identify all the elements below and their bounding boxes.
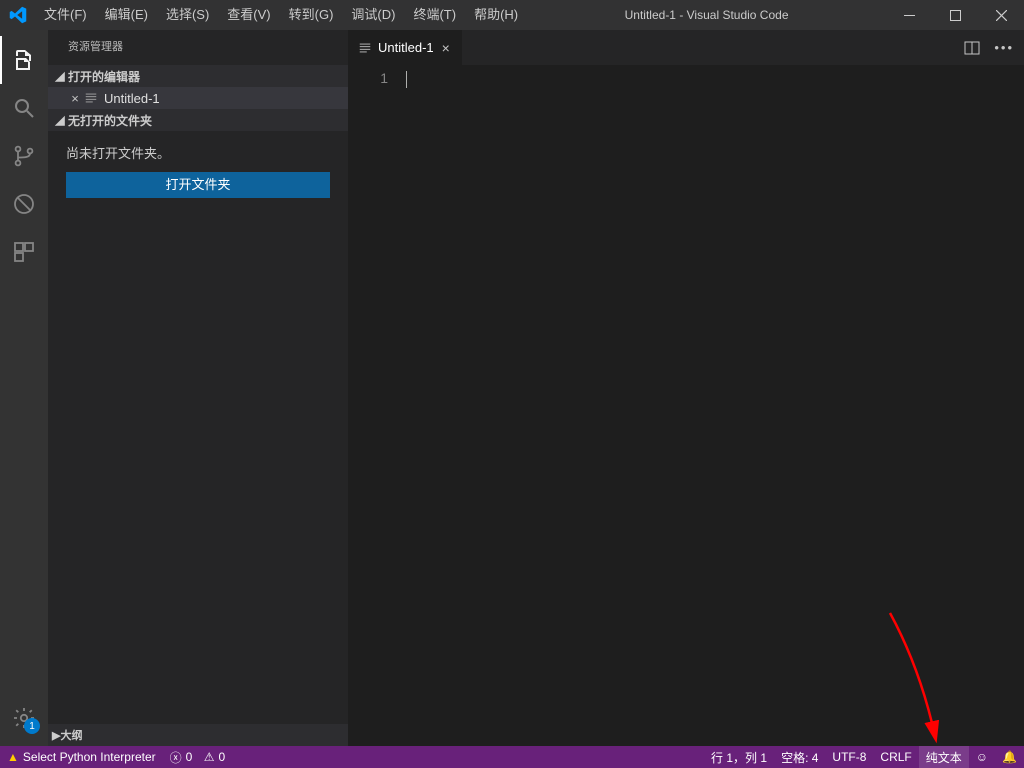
smiley-icon: ☺ xyxy=(976,750,988,764)
workbench-body: 1 资源管理器 ◢ 打开的编辑器 × Untitled-1 ◢ 无打开的文件夹 … xyxy=(0,30,1024,746)
tab-actions: ••• xyxy=(964,30,1024,65)
status-problems[interactable]: ⓧ0 ⚠0 xyxy=(163,746,233,768)
status-notifications[interactable]: 🔔 xyxy=(995,746,1024,768)
tab-label: Untitled-1 xyxy=(378,40,434,55)
bug-icon xyxy=(12,192,36,216)
files-icon xyxy=(12,48,36,72)
activity-explorer[interactable] xyxy=(0,36,48,84)
chevron-down-icon: ◢ xyxy=(52,69,68,83)
more-actions-icon[interactable]: ••• xyxy=(994,40,1014,55)
status-bar: ▲ Select Python Interpreter ⓧ0 ⚠0 行 1，列 … xyxy=(0,746,1024,768)
menu-edit[interactable]: 编辑(E) xyxy=(96,0,157,30)
menu-go[interactable]: 转到(G) xyxy=(280,0,343,30)
editor-content[interactable] xyxy=(406,65,1024,746)
status-right: 行 1，列 1 空格: 4 UTF-8 CRLF 纯文本 ☺ 🔔 xyxy=(704,746,1024,768)
activity-source-control[interactable] xyxy=(0,132,48,180)
open-editor-item[interactable]: × Untitled-1 xyxy=(48,87,348,109)
window-controls xyxy=(886,0,1024,30)
status-line-col[interactable]: 行 1，列 1 xyxy=(704,746,774,768)
line-number: 1 xyxy=(348,69,388,88)
activity-extensions[interactable] xyxy=(0,228,48,276)
open-editors-header[interactable]: ◢ 打开的编辑器 xyxy=(48,65,348,87)
editor-group: Untitled-1 × ••• 1 xyxy=(348,30,1024,746)
outline-header[interactable]: ▶ 大纲 xyxy=(48,724,348,746)
title-bar: 文件(F) 编辑(E) 选择(S) 查看(V) 转到(G) 调试(D) 终端(T… xyxy=(0,0,1024,30)
open-editor-filename: Untitled-1 xyxy=(104,91,160,106)
menu-help[interactable]: 帮助(H) xyxy=(465,0,527,30)
activity-debug[interactable] xyxy=(0,180,48,228)
python-interpreter-label: Select Python Interpreter xyxy=(23,750,156,764)
text-editor[interactable]: 1 xyxy=(348,65,1024,746)
warning-icon: ⚠ xyxy=(204,750,215,764)
activity-settings[interactable]: 1 xyxy=(0,694,48,742)
untitled-file-icon xyxy=(358,41,372,55)
close-icon[interactable]: × xyxy=(66,91,84,106)
window-title: Untitled-1 - Visual Studio Code xyxy=(527,8,886,22)
open-editors-label: 打开的编辑器 xyxy=(68,68,140,85)
sidebar-explorer: 资源管理器 ◢ 打开的编辑器 × Untitled-1 ◢ 无打开的文件夹 尚未… xyxy=(48,30,348,746)
tab-bar: Untitled-1 × ••• xyxy=(348,30,1024,65)
search-icon xyxy=(12,96,36,120)
warning-icon: ▲ xyxy=(7,750,19,764)
open-folder-button[interactable]: 打开文件夹 xyxy=(66,172,330,198)
text-cursor xyxy=(406,71,407,88)
status-python-interpreter[interactable]: ▲ Select Python Interpreter xyxy=(0,746,163,768)
git-branch-icon xyxy=(12,144,36,168)
menu-terminal[interactable]: 终端(T) xyxy=(404,0,465,30)
error-count: 0 xyxy=(186,750,193,764)
status-eol[interactable]: CRLF xyxy=(873,746,918,768)
tab-close-button[interactable]: × xyxy=(440,40,452,56)
no-folder-label: 无打开的文件夹 xyxy=(68,112,152,129)
menu-view[interactable]: 查看(V) xyxy=(218,0,279,30)
bell-icon: 🔔 xyxy=(1002,750,1017,764)
status-feedback[interactable]: ☺ xyxy=(969,746,995,768)
tab-untitled-1[interactable]: Untitled-1 × xyxy=(348,30,463,65)
activity-bar: 1 xyxy=(0,30,48,746)
split-editor-icon[interactable] xyxy=(964,40,980,56)
no-folder-header[interactable]: ◢ 无打开的文件夹 xyxy=(48,109,348,131)
error-icon: ⓧ xyxy=(170,749,182,766)
vscode-window: 文件(F) 编辑(E) 选择(S) 查看(V) 转到(G) 调试(D) 终端(T… xyxy=(0,0,1024,768)
status-indentation[interactable]: 空格: 4 xyxy=(774,746,825,768)
status-encoding[interactable]: UTF-8 xyxy=(825,746,873,768)
untitled-file-icon xyxy=(84,91,98,105)
menu-selection[interactable]: 选择(S) xyxy=(157,0,218,30)
menu-debug[interactable]: 调试(D) xyxy=(342,0,404,30)
status-language-mode[interactable]: 纯文本 xyxy=(919,746,969,768)
chevron-down-icon: ◢ xyxy=(52,113,68,127)
status-left: ▲ Select Python Interpreter ⓧ0 ⚠0 xyxy=(0,746,232,768)
line-number-gutter: 1 xyxy=(348,65,406,746)
no-folder-message: 尚未打开文件夹。 xyxy=(48,131,348,172)
app-logo xyxy=(0,6,35,24)
sidebar-title: 资源管理器 xyxy=(48,30,348,65)
menu-file[interactable]: 文件(F) xyxy=(35,0,96,30)
settings-badge: 1 xyxy=(24,718,40,734)
chevron-right-icon: ▶ xyxy=(52,729,60,742)
minimize-button[interactable] xyxy=(886,0,932,30)
extensions-icon xyxy=(12,240,36,264)
outline-label: 大纲 xyxy=(60,727,82,743)
menu-bar: 文件(F) 编辑(E) 选择(S) 查看(V) 转到(G) 调试(D) 终端(T… xyxy=(35,0,527,30)
maximize-button[interactable] xyxy=(932,0,978,30)
warning-count: 0 xyxy=(218,750,225,764)
close-button[interactable] xyxy=(978,0,1024,30)
activity-search[interactable] xyxy=(0,84,48,132)
